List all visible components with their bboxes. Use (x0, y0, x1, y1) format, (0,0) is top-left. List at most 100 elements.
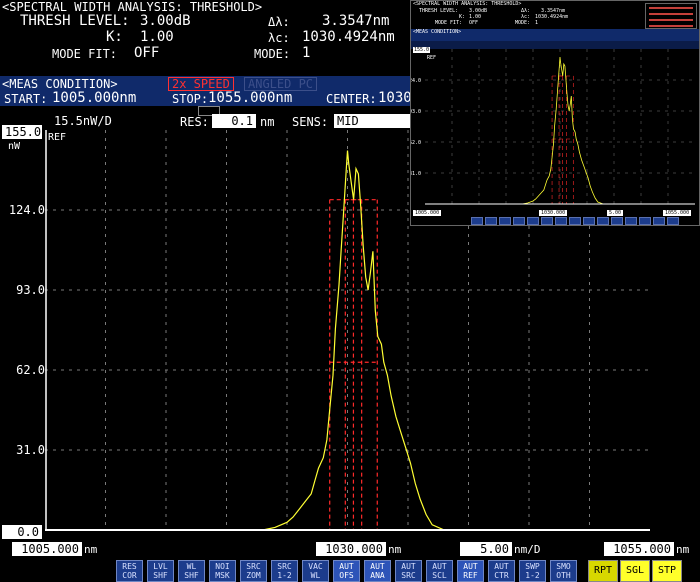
inset-softkey (639, 217, 651, 225)
softkey-label-line2: CTR (494, 571, 509, 580)
softkey-label-line2: ZOM (246, 571, 261, 580)
lambda-c-value: 1030.4924nm (302, 29, 395, 45)
inset-spectrum-plot: 124.0 93.0 62.0 31.0 (411, 49, 695, 205)
start-label: START: (4, 92, 48, 106)
inset-softkey (485, 217, 497, 225)
softkey-label-line2: SHF (153, 571, 168, 580)
softkey-src-1-2[interactable]: SRC 1-2 (271, 560, 298, 582)
inset-thresh-label: THRESH LEVEL: (419, 8, 459, 14)
inset-softkey (611, 217, 623, 225)
softkey-aut-src[interactable]: AUT SRC (395, 560, 422, 582)
y-tick-labels: 124.0 93.0 62.0 31.0 (9, 203, 45, 457)
inset-grid (425, 49, 695, 204)
softkey-noi-msk[interactable]: NOI MSK (209, 560, 236, 582)
repeat-sweep-button[interactable]: RPT (588, 560, 618, 582)
inset-softkey (513, 217, 525, 225)
inset-center-value: 1030.000 (539, 210, 568, 216)
inset-softkey (625, 217, 637, 225)
softkey-label-line2: OTH (556, 571, 571, 580)
angled-pc-indicator: ANGLED PC (244, 77, 318, 91)
inset-x-row: 1005.000 1030.000 5.00 1055.000 (411, 209, 699, 217)
softkey-smo-oth[interactable]: SMO OTH (550, 560, 577, 582)
analysis-panel: <SPECTRAL WIDTH ANALYSIS: THRESHOLD> THR… (0, 0, 410, 75)
single-sweep-button[interactable]: SGL (620, 560, 650, 582)
softkey-label-line2: COR (122, 571, 137, 580)
softkey-aut-ofs[interactable]: AUT OFS (333, 560, 360, 582)
softkey-res-cor[interactable]: RES COR (116, 560, 143, 582)
inset-softkey (527, 217, 539, 225)
softkey-label-line1: SMO (556, 562, 571, 571)
inset-softkey (541, 217, 553, 225)
softkey-label-line2: OFS (339, 571, 354, 580)
inset-start-value: 1005.000 (413, 210, 442, 216)
thresh-level-value: 3.00dB (140, 13, 191, 29)
x-span-value[interactable]: 5.00 (460, 542, 512, 556)
softkey-label-line2: 1-2 (277, 571, 292, 580)
softkey-aut-scl[interactable]: AUT SCL (426, 560, 453, 582)
y-unit-label: nW (8, 141, 21, 152)
softkey-label-line1: VAC (308, 562, 323, 571)
inset-side-panel (645, 3, 697, 29)
inset-softkey (555, 217, 567, 225)
softkey-lvl-shf[interactable]: LVL SHF (147, 560, 174, 582)
meas-condition-bar: <MEAS CONDITION> 2x SPEED ANGLED PC STAR… (0, 76, 412, 106)
scale-value: 15.5nW/D (54, 114, 112, 128)
sens-field[interactable]: MID (334, 114, 410, 128)
inset-modefit-value: OFF (469, 20, 479, 26)
inset-marker-lines (551, 75, 574, 204)
inset-stop-value: 1055.000 (663, 210, 692, 216)
delta-lambda-value: 3.3547nm (322, 13, 390, 29)
marker-lines (329, 199, 378, 530)
res-field[interactable]: 0.1 (212, 114, 256, 128)
softkey-aut-ctr[interactable]: AUT CTR (488, 560, 515, 582)
softkey-label-line1: AUT (432, 562, 447, 571)
softkey-wl-shf[interactable]: WL SHF (178, 560, 205, 582)
inset-span-value: 5.00 (607, 210, 624, 216)
start-value: 1005.000nm (52, 90, 137, 106)
k-label: K: (106, 29, 123, 45)
x-start-value[interactable]: 1005.000 (12, 542, 82, 556)
inset-softkey (597, 217, 609, 225)
softkey-label-line1: AUT (339, 562, 354, 571)
softkey-swp-1-2[interactable]: SWP 1-2 (519, 560, 546, 582)
inset-analysis-title: <SPECTRAL WIDTH ANALYSIS: THRESHOLD> (413, 1, 522, 7)
ref-label: REF (48, 132, 67, 143)
inset-softkey-row (411, 217, 699, 225)
y-top-value[interactable]: 155.0 (2, 125, 42, 139)
status-row: 15.5nW/D RES: 0.1 nm SENS: MID (0, 106, 410, 129)
analysis-title: <SPECTRAL WIDTH ANALYSIS: THRESHOLD> (2, 0, 263, 14)
softkey-label-line1: WL (186, 562, 197, 571)
inset-status-row (411, 41, 699, 49)
inset-softkey (569, 217, 581, 225)
softkey-aut-ana[interactable]: AUT ANA (364, 560, 391, 582)
softkey-label-line1: AUT (494, 562, 509, 571)
lambda-c-label: λc: (268, 31, 290, 45)
softkey-label-line2: MSK (215, 571, 230, 580)
softkey-label-line1: AUT (401, 562, 416, 571)
x-stop-unit: nm (676, 543, 690, 556)
res-label: RES: (180, 115, 209, 129)
softkey-label-line2: SCL (432, 571, 447, 580)
y-tick-label: 124.0 (410, 78, 421, 84)
inset-modefit-label: MODE FIT: (435, 20, 463, 26)
y-tick-label: 93.0 (410, 109, 421, 115)
stop-sweep-button[interactable]: STP (652, 560, 682, 582)
center-value: 1030 (378, 90, 412, 106)
mode-fit-value: OFF (134, 45, 160, 61)
y-tick-label: 31.0 (410, 171, 421, 177)
inset-y-tick-labels: 124.0 93.0 62.0 31.0 (410, 78, 421, 177)
sens-label: SENS: (292, 115, 329, 129)
y-tick-label: 31.0 (16, 443, 45, 457)
mode-label: MODE: (254, 47, 291, 61)
softkey-label-line1: NOI (215, 562, 230, 571)
res-unit: nm (260, 115, 275, 129)
thresh-level-label: THRESH LEVEL: (20, 13, 130, 29)
x-stop-value[interactable]: 1055.000 (604, 542, 674, 556)
inset-meas-title: <MEAS CONDITION> (413, 29, 462, 35)
softkey-label-line1: SRC (246, 562, 261, 571)
y-bottom-value[interactable]: 0.0 (2, 525, 42, 539)
softkey-src-zom[interactable]: SRC ZOM (240, 560, 267, 582)
softkey-vac-wl[interactable]: VAC WL (302, 560, 329, 582)
softkey-aut-ref[interactable]: AUT REF (457, 560, 484, 582)
x-center-value[interactable]: 1030.000 (316, 542, 386, 556)
